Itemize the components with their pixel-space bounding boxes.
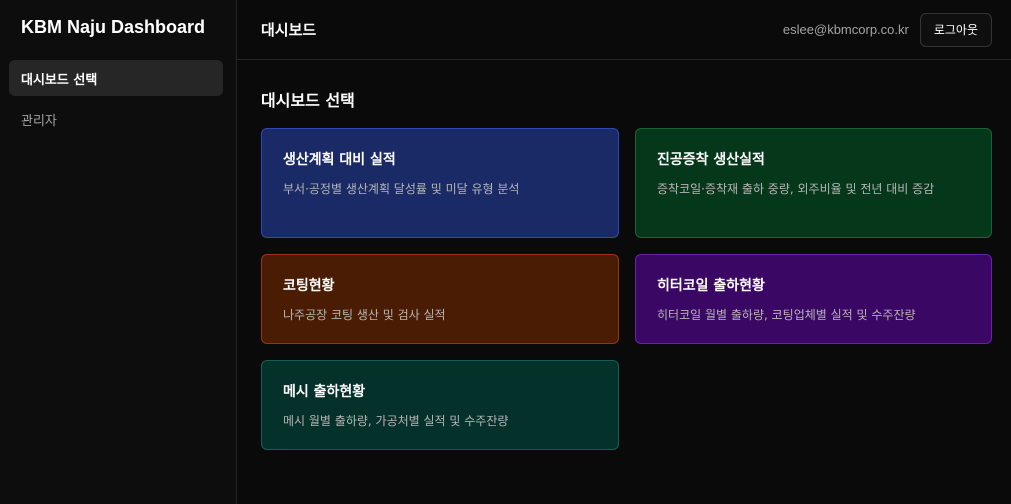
- top-bar: 대시보드 eslee@kbmcorp.co.kr 로그아웃: [237, 0, 1011, 60]
- card-title: 히터코일 출하현황: [657, 278, 765, 294]
- card-description: 메시 월별 출하량, 가공처별 실적 및 수주잔량: [283, 414, 509, 428]
- card-title: 메시 출하현황: [283, 384, 366, 400]
- sidebar-item-label: 대시보드 선택: [21, 73, 98, 88]
- card-title: 코팅현황: [283, 278, 335, 294]
- logout-button[interactable]: 로그아웃: [919, 12, 992, 47]
- sidebar: KBM Naju Dashboard 대시보드 선택 관리자: [0, 0, 237, 504]
- app-root: KBM Naju Dashboard 대시보드 선택 관리자 대시보드 esle…: [0, 0, 1011, 504]
- card-description: 부서·공정별 생산계획 달성률 및 미달 유형 분석: [283, 182, 520, 196]
- main-area: 대시보드 eslee@kbmcorp.co.kr 로그아웃 대시보드 선택 생산…: [237, 0, 1011, 504]
- dashboard-card-production-plan[interactable]: 생산계획 대비 실적 부서·공정별 생산계획 달성률 및 미달 유형 분석: [261, 128, 619, 238]
- user-email: eslee@kbmcorp.co.kr: [782, 22, 909, 37]
- sidebar-item-label: 관리자: [21, 114, 57, 129]
- section-title: 대시보드 선택: [261, 91, 355, 110]
- card-title: 진공증착 생산실적: [657, 152, 765, 168]
- content: 대시보드 선택 생산계획 대비 실적 부서·공정별 생산계획 달성률 및 미달 …: [237, 60, 1011, 450]
- sidebar-nav: 대시보드 선택 관리자: [0, 59, 236, 137]
- card-description: 증착코일·증착재 출하 중량, 외주비율 및 전년 대비 증감: [657, 182, 935, 196]
- card-title: 생산계획 대비 실적: [283, 152, 396, 168]
- dashboard-card-coating[interactable]: 코팅현황 나주공장 코팅 생산 및 검사 실적: [261, 254, 619, 344]
- dashboard-card-heater-coil[interactable]: 히터코일 출하현황 히터코일 월별 출하량, 코팅업체별 실적 및 수주잔량: [635, 254, 992, 344]
- page-header-title: 대시보드: [261, 21, 317, 39]
- card-description: 히터코일 월별 출하량, 코팅업체별 실적 및 수주잔량: [657, 308, 916, 322]
- card-description: 나주공장 코팅 생산 및 검사 실적: [283, 308, 446, 322]
- app-title: KBM Naju Dashboard: [21, 17, 206, 37]
- sidebar-item-dashboard-select[interactable]: 대시보드 선택: [9, 60, 223, 96]
- dashboard-card-vacuum-deposition[interactable]: 진공증착 생산실적 증착코일·증착재 출하 중량, 외주비율 및 전년 대비 증…: [635, 128, 992, 238]
- sidebar-item-admin[interactable]: 관리자: [9, 101, 223, 137]
- dashboard-card-mesh[interactable]: 메시 출하현황 메시 월별 출하량, 가공처별 실적 및 수주잔량: [261, 360, 619, 450]
- dashboard-card-grid: 생산계획 대비 실적 부서·공정별 생산계획 달성률 및 미달 유형 분석 진공…: [261, 128, 992, 450]
